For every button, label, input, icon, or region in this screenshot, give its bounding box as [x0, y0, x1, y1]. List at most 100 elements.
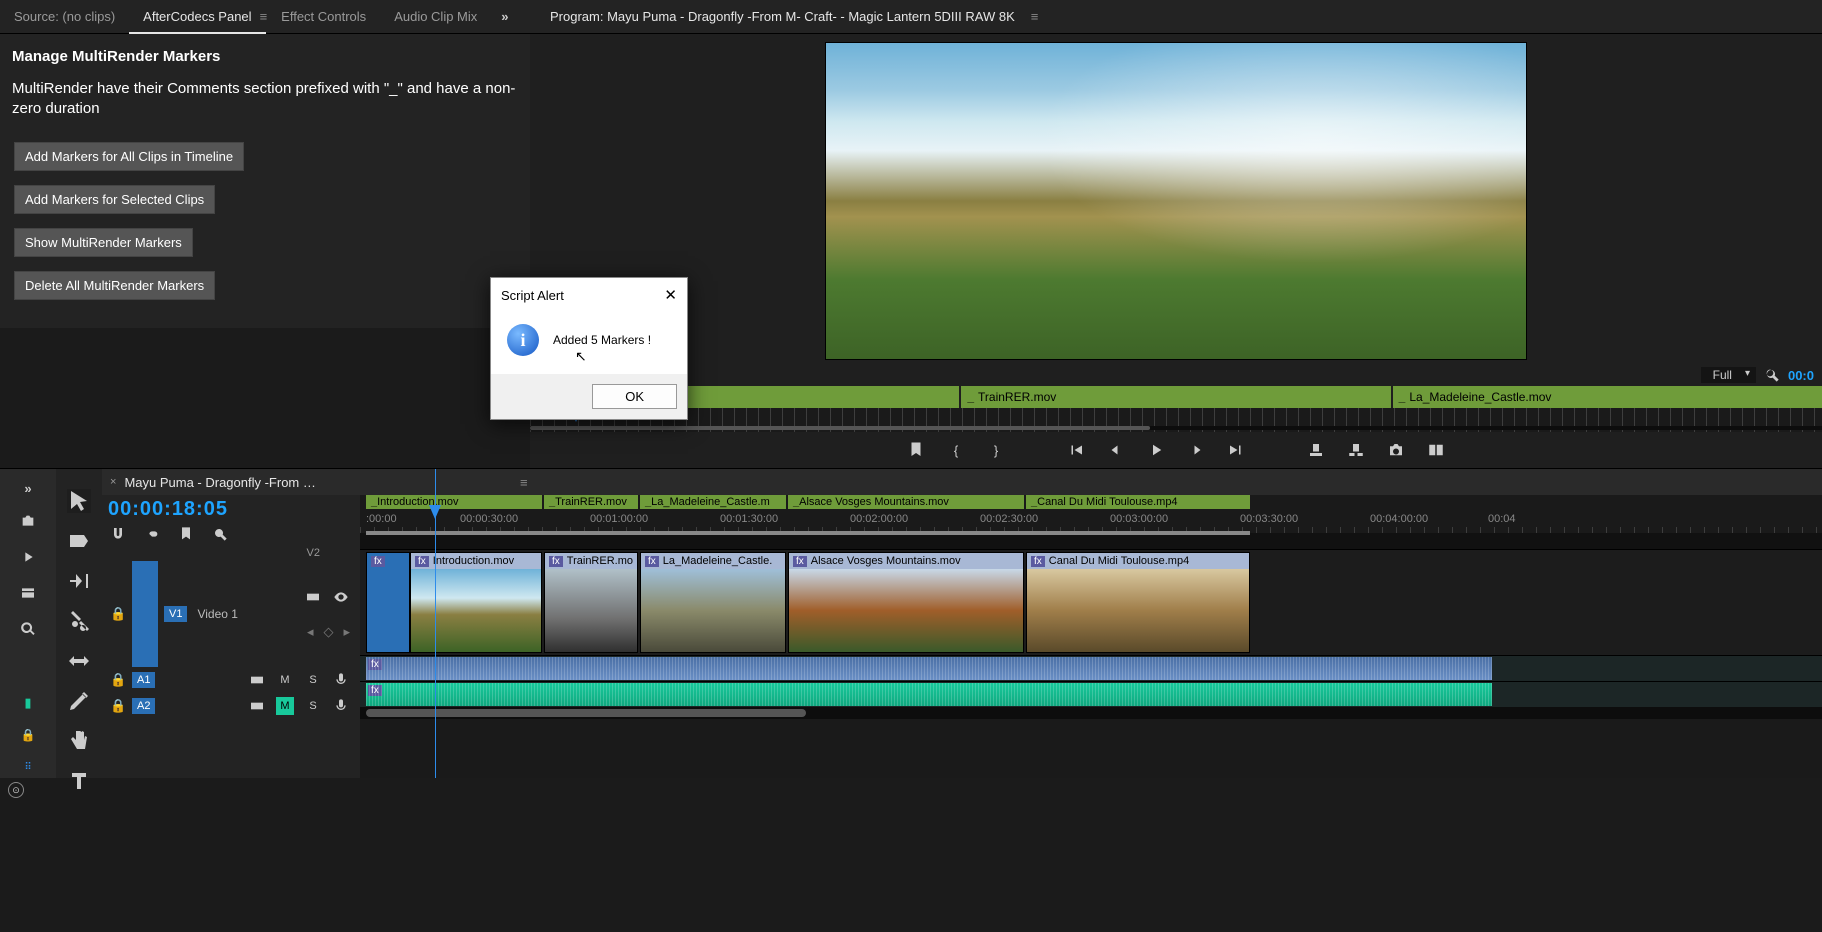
hand-tool[interactable]	[67, 729, 91, 753]
tab-aftercodecs[interactable]: AfterCodecs Panel	[129, 0, 265, 34]
a1-toggle-icon[interactable]	[248, 671, 266, 689]
timeline-inout-bar[interactable]	[366, 531, 1250, 535]
a1-track[interactable]: fx	[360, 655, 1822, 681]
mark-out-icon[interactable]: }	[987, 441, 1005, 459]
timeline-clip[interactable]: fxLa_Madeleine_Castle.	[640, 552, 786, 653]
v1-prev-keyframe-icon[interactable]: ◂	[307, 624, 314, 640]
media-browser-icon[interactable]	[15, 510, 41, 532]
step-back-icon[interactable]	[1107, 441, 1125, 459]
add-markers-all-button[interactable]: Add Markers for All Clips in Timeline	[14, 142, 244, 171]
timeline-playhead-timecode[interactable]: 00:00:18:05	[108, 498, 228, 521]
a2-track-header[interactable]: 🔒 A2 M S	[102, 693, 360, 719]
a1-track-header[interactable]: 🔒 A1 M S	[102, 667, 360, 693]
tab-source[interactable]: Source: (no clips)	[0, 0, 129, 34]
snap-icon[interactable]	[110, 526, 126, 542]
tab-effect-controls[interactable]: Effect Controls	[267, 0, 380, 34]
tab-program[interactable]: Program: Mayu Puma - Dragonfly -From M- …	[540, 9, 1025, 24]
delete-multirender-markers-button[interactable]: Delete All MultiRender Markers	[14, 271, 215, 300]
marker-icon[interactable]	[178, 526, 194, 542]
a1-lock-icon[interactable]: 🔒	[110, 672, 126, 688]
timeline-clip[interactable]: fxAlsace Vosges Mountains.mov	[788, 552, 1024, 653]
audio-clip[interactable]: fx	[366, 683, 1492, 706]
a1-voice-icon[interactable]	[332, 671, 350, 689]
search-icon[interactable]	[15, 618, 41, 640]
a2-lock-icon[interactable]: 🔒	[110, 698, 126, 714]
timeline-marker-chip[interactable]: _Canal Du Midi Toulouse.mp4	[1026, 495, 1250, 509]
timeline-clip[interactable]: fxCanal Du Midi Toulouse.mp4	[1026, 552, 1250, 653]
a1-mute-button[interactable]: M	[276, 671, 294, 689]
a2-voice-icon[interactable]	[332, 697, 350, 715]
slip-tool[interactable]	[67, 649, 91, 673]
dialog-ok-button[interactable]: OK	[592, 384, 677, 409]
v2-track-label: V2	[307, 547, 320, 559]
a2-chip[interactable]: A2	[132, 698, 155, 714]
program-scrollbar[interactable]	[530, 426, 1822, 430]
v1-toggle-output-icon[interactable]	[304, 588, 322, 606]
program-marker-chip[interactable]: _TrainRER.mov	[961, 386, 1390, 408]
timeline-marker-chip[interactable]: _Alsace Vosges Mountains.mov	[788, 495, 1024, 509]
timeline-clip[interactable]: fx	[366, 552, 410, 653]
program-time-ruler[interactable]	[530, 408, 1822, 432]
audio-clip[interactable]: fx	[366, 657, 1492, 680]
v1-eye-icon[interactable]	[332, 588, 350, 606]
close-sequence-icon[interactable]: ×	[110, 476, 116, 488]
program-transport-controls: { }	[530, 432, 1822, 468]
timeline-marker-chip[interactable]: _La_Madeleine_Castle.m	[640, 495, 786, 509]
v1-source-chip[interactable]: V1	[164, 606, 187, 622]
v1-next-keyframe-icon[interactable]: ▸	[343, 624, 350, 640]
timeline-horizontal-scrollbar[interactable]	[360, 707, 1822, 719]
creative-cloud-icon[interactable]: ⊙	[8, 782, 24, 798]
track-select-tool[interactable]	[67, 529, 91, 553]
go-to-in-icon[interactable]	[1067, 441, 1085, 459]
settings-wrench-icon[interactable]	[1764, 367, 1780, 383]
timeline-playhead[interactable]	[435, 469, 436, 778]
selection-tool[interactable]	[67, 489, 91, 513]
ruler-tick-label: 00:03:00:00	[1110, 513, 1168, 525]
export-frame-icon[interactable]	[1387, 441, 1405, 459]
a1-chip[interactable]: A1	[132, 672, 155, 688]
ripple-edit-tool[interactable]	[67, 569, 91, 593]
extract-icon[interactable]	[1347, 441, 1365, 459]
info-icon[interactable]	[15, 582, 41, 604]
sequence-tab[interactable]: Mayu Puma - Dragonfly -From M- Craft- - …	[124, 475, 324, 490]
zoom-level-dropdown[interactable]: Full	[1701, 367, 1756, 383]
linked-selection-icon[interactable]	[144, 526, 160, 542]
tabs-overflow[interactable]: »	[491, 9, 518, 24]
timeline-canvas[interactable]: ≡ _Introduction.mov_TrainRER.mov_La_Made…	[360, 469, 1822, 778]
show-multirender-markers-button[interactable]: Show MultiRender Markers	[14, 228, 193, 257]
a2-toggle-icon[interactable]	[248, 697, 266, 715]
timeline-clip[interactable]: fxTrainRER.mo	[544, 552, 638, 653]
program-out-timecode: 00:0	[1788, 368, 1814, 383]
lift-icon[interactable]	[1307, 441, 1325, 459]
mark-in-icon[interactable]: {	[947, 441, 965, 459]
dialog-title: Script Alert	[501, 288, 564, 303]
program-marker-chip[interactable]: _La_Madeleine_Castle.mov	[1393, 386, 1822, 408]
a1-solo-button[interactable]: S	[304, 671, 322, 689]
type-tool[interactable]	[67, 769, 91, 793]
tab-audio-clip-mixer[interactable]: Audio Clip Mix	[380, 0, 491, 34]
a2-mute-button[interactable]: M	[276, 697, 294, 715]
a2-solo-button[interactable]: S	[304, 697, 322, 715]
timeline-clip[interactable]: fxIntroduction.mov	[410, 552, 542, 653]
libraries-icon[interactable]	[15, 546, 41, 568]
timeline-marker-chip[interactable]: _TrainRER.mov	[544, 495, 638, 509]
ruler-tick-label: 00:02:00:00	[850, 513, 908, 525]
expand-panel-icon[interactable]: »	[24, 481, 31, 496]
timeline-ruler[interactable]: :00:0000:00:30:0000:01:00:0000:01:30:000…	[360, 511, 1822, 533]
pen-tool[interactable]	[67, 689, 91, 713]
timeline-marker-chip[interactable]: _Introduction.mov	[366, 495, 542, 509]
add-markers-selected-button[interactable]: Add Markers for Selected Clips	[14, 185, 215, 214]
settings-icon[interactable]	[212, 526, 228, 542]
v1-add-keyframe-icon[interactable]: ◇	[323, 624, 333, 640]
razor-tool[interactable]	[67, 609, 91, 633]
v1-lock-icon[interactable]: 🔒	[110, 606, 126, 622]
go-to-out-icon[interactable]	[1227, 441, 1245, 459]
play-icon[interactable]	[1147, 441, 1165, 459]
dialog-close-icon[interactable]: ✕	[664, 286, 677, 304]
add-marker-icon[interactable]	[907, 441, 925, 459]
comparison-view-icon[interactable]	[1427, 441, 1445, 459]
step-forward-icon[interactable]	[1187, 441, 1205, 459]
v1-track-header[interactable]: 🔒 V1 Video 1 ◂ ◇ ▸	[102, 561, 360, 667]
a2-track[interactable]: fx	[360, 681, 1822, 707]
v1-track[interactable]: fxfxIntroduction.movfxTrainRER.mofxLa_Ma…	[360, 549, 1822, 655]
